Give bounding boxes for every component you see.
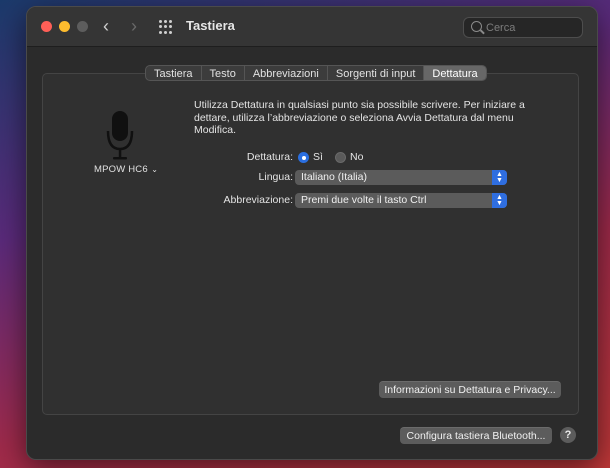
privacy-info-button[interactable]: Informazioni su Dettatura e Privacy... <box>379 381 561 398</box>
close-button[interactable] <box>41 21 52 32</box>
search-icon <box>471 21 482 32</box>
dictation-on-radio[interactable] <box>298 152 309 163</box>
titlebar: ‹ › Tastiera <box>27 7 597 47</box>
chevron-down-icon: ⌄ <box>148 165 159 174</box>
shortcut-value: Premi due volte il tasto Ctrl <box>301 194 427 206</box>
language-label: Lingua: <box>258 171 293 183</box>
search-field[interactable] <box>463 17 583 38</box>
tab-tastiera[interactable]: Tastiera <box>146 66 202 80</box>
shortcut-label: Abbreviazione: <box>223 194 293 206</box>
minimize-button[interactable] <box>59 21 70 32</box>
dictation-off-label: No <box>350 151 364 163</box>
back-chevron-icon[interactable]: ‹ <box>103 16 109 37</box>
dictation-label: Dettatura: <box>246 151 293 163</box>
microphone-name: MPOW HC6 <box>94 164 148 175</box>
help-button[interactable]: ? <box>560 427 576 443</box>
window-title: Tastiera <box>186 18 235 33</box>
updown-arrows-icon: ▲ ▼ <box>492 193 507 208</box>
dictation-on-label: Sì <box>313 151 323 163</box>
configure-bluetooth-keyboard-button[interactable]: Configura tastiera Bluetooth... <box>400 427 552 444</box>
language-value: Italiano (Italia) <box>301 171 367 183</box>
zoom-button[interactable] <box>77 21 88 32</box>
dictation-description: Utilizza Dettatura in qualsiasi punto si… <box>194 99 525 136</box>
tab-bar: Tastiera Testo Abbreviazioni Sorgenti di… <box>145 65 487 81</box>
tab-dettatura[interactable]: Dettatura <box>424 66 486 80</box>
tab-sorgenti-di-input[interactable]: Sorgenti di input <box>328 66 425 80</box>
tab-abbreviazioni[interactable]: Abbreviazioni <box>245 66 328 80</box>
shortcut-select[interactable]: Premi due volte il tasto Ctrl ▲ ▼ <box>295 193 507 208</box>
microphone-source-menu[interactable]: MPOW HC6 ⌄ <box>94 164 158 175</box>
show-all-grid-icon[interactable] <box>159 20 173 34</box>
search-input[interactable] <box>486 20 578 35</box>
tab-testo[interactable]: Testo <box>202 66 245 80</box>
system-preferences-window: ‹ › Tastiera Tastiera Testo Abbreviazion… <box>26 6 598 460</box>
microphone-icon <box>106 111 134 160</box>
updown-arrows-icon: ▲ ▼ <box>492 170 507 185</box>
forward-chevron-icon[interactable]: › <box>131 16 137 37</box>
dictation-off-radio[interactable] <box>335 152 346 163</box>
language-select[interactable]: Italiano (Italia) ▲ ▼ <box>295 170 507 185</box>
